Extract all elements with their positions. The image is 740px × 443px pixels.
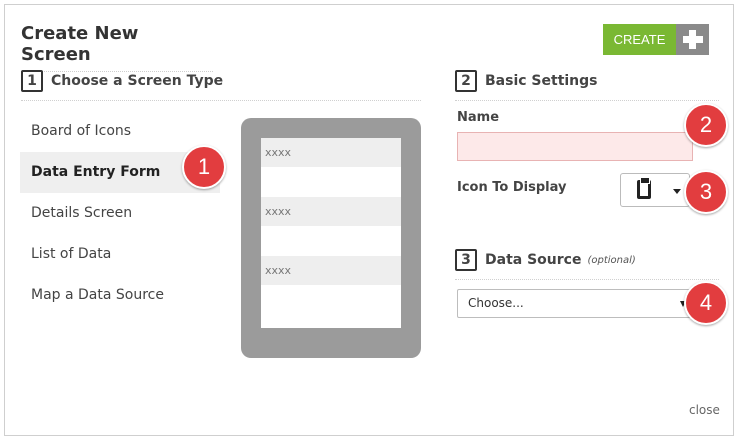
data-source-select[interactable]: Choose... [457, 289, 693, 318]
screen-preview-phone: xxxx xxxx xxxx [241, 118, 421, 358]
icon-picker[interactable] [620, 173, 690, 207]
plus-icon [676, 24, 709, 55]
preview-row: xxxx [261, 256, 401, 285]
icon-to-display-label: Icon To Display [457, 180, 567, 195]
step1-number: 1 [21, 70, 43, 92]
create-screen-dialog: Create New Screen CREATE 1 Choose a Scre… [4, 4, 734, 436]
screen-type-details-screen[interactable]: Details Screen [20, 193, 220, 234]
step1-title: Choose a Screen Type [51, 73, 224, 89]
dialog-title: Create New Screen [21, 23, 213, 72]
step3-header: 3 Data Source (optional) [455, 249, 719, 280]
clipboard-icon [637, 177, 651, 199]
step2-title: Basic Settings [485, 73, 598, 89]
annotation-badge-2: 2 [684, 103, 728, 147]
chevron-down-icon [673, 189, 681, 194]
screen-type-board-of-icons[interactable]: Board of Icons [20, 111, 220, 152]
close-link[interactable]: close [689, 403, 720, 417]
step3-number: 3 [455, 249, 477, 271]
step2-number: 2 [455, 70, 477, 92]
preview-row: xxxx [261, 138, 401, 167]
annotation-badge-3: 3 [684, 170, 728, 214]
annotation-badge-4: 4 [684, 281, 728, 325]
step1-header: 1 Choose a Screen Type [21, 70, 421, 101]
name-label: Name [457, 110, 500, 125]
step3-title: Data Source [485, 252, 582, 268]
screen-type-list: Board of Icons Data Entry Form Details S… [20, 111, 220, 316]
preview-row: xxxx [261, 197, 401, 226]
screen-type-list-of-data[interactable]: List of Data [20, 234, 220, 275]
screen-type-map-a-data-source[interactable]: Map a Data Source [20, 275, 220, 316]
create-button[interactable]: CREATE [603, 24, 709, 55]
step2-header: 2 Basic Settings [455, 70, 719, 101]
data-source-value: Choose... [468, 296, 524, 310]
annotation-badge-1: 1 [182, 145, 226, 189]
screen-preview-display: xxxx xxxx xxxx [261, 138, 401, 328]
optional-note: (optional) [587, 254, 636, 266]
name-field[interactable] [457, 132, 693, 161]
create-button-label: CREATE [603, 24, 676, 55]
